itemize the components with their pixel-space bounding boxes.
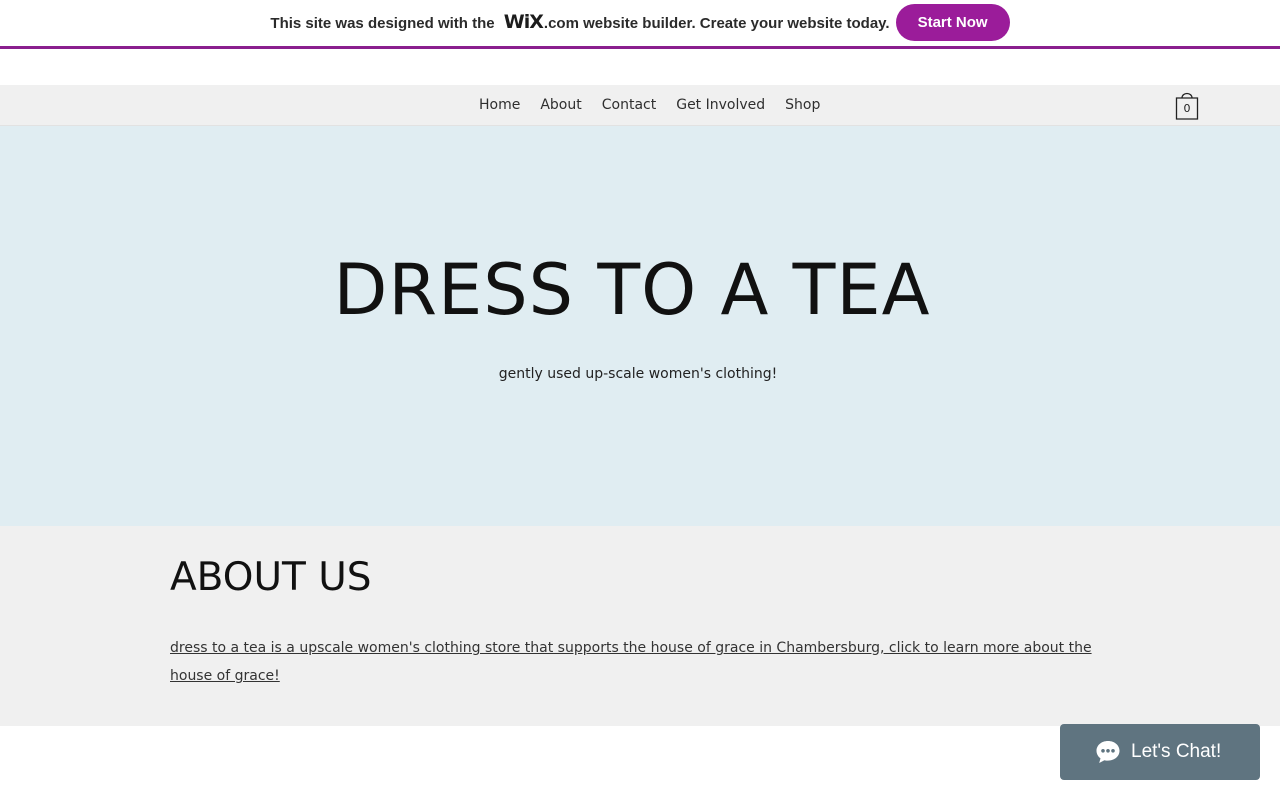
about-section: ABOUT US dress to a tea is a upscale wom… (0, 526, 1280, 726)
hero-subtitle: gently used up-scale women's clothing! (498, 366, 778, 382)
banner-text-after: .com website builder. Create your websit… (543, 14, 890, 32)
nav-item-home[interactable]: Home (469, 97, 530, 113)
wix-logo: WiX (503, 10, 544, 33)
hero-title: DRESS TO A TEA (333, 249, 931, 331)
banner-text-before: This site was designed with the (270, 14, 499, 32)
nav-item-shop[interactable]: Shop (775, 97, 830, 113)
chat-label: Let's Chat! (1131, 741, 1222, 762)
nav-menu: Home About Contact Get Involved Shop (469, 85, 830, 125)
nav-item-get-involved[interactable]: Get Involved (666, 97, 775, 113)
nav-item-about[interactable]: About (530, 97, 591, 113)
chat-bubble-icon (1096, 741, 1120, 763)
about-heading: ABOUT US (170, 555, 372, 600)
start-now-button[interactable]: Start Now (895, 3, 1010, 41)
cart-button[interactable]: 0 (1172, 88, 1202, 122)
nav-item-contact[interactable]: Contact (592, 97, 666, 113)
hero-section: DRESS TO A TEA gently used up-scale wome… (0, 126, 1280, 526)
chat-widget-button[interactable]: Let's Chat! (1060, 724, 1260, 780)
cart-count: 0 (1183, 102, 1191, 115)
site-header-nav: Home About Contact Get Involved Shop 0 (0, 85, 1280, 126)
wix-banner-message: This site was designed with the WiX .com… (270, 11, 889, 33)
house-of-grace-link[interactable]: dress to a tea is a upscale women's clot… (170, 634, 1110, 690)
wix-promo-banner: This site was designed with the WiX .com… (0, 0, 1280, 49)
